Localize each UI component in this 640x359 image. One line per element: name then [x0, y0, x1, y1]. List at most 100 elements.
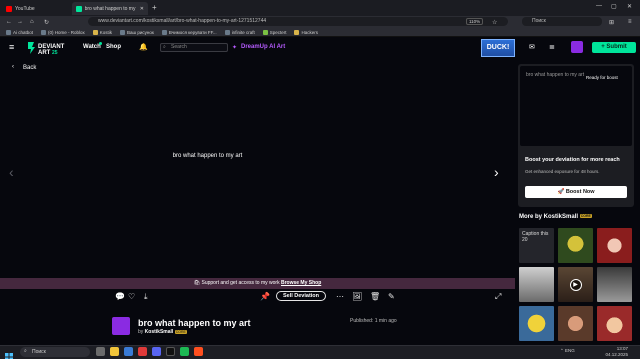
app-icon[interactable] [180, 347, 189, 356]
bookmark-item[interactable]: infinite craft [224, 29, 255, 35]
author-avatar[interactable] [112, 317, 130, 335]
thumbnail[interactable] [519, 306, 554, 341]
thumbnail[interactable] [519, 267, 554, 302]
browser-search-input[interactable]: Поиск [522, 17, 602, 26]
bookmark-item[interactable]: Kostik [92, 29, 112, 35]
file-explorer-icon[interactable] [110, 347, 119, 356]
task-view-icon[interactable] [96, 347, 105, 356]
boost-ready-label: Ready for boost [586, 75, 618, 80]
close-window-icon[interactable]: ✕ [627, 3, 632, 10]
bell-icon[interactable]: 🔔 [139, 43, 148, 51]
sell-deviation-button[interactable]: Sell Deviation [276, 291, 326, 301]
thumbnail[interactable] [597, 267, 632, 302]
more-by-heading: More by KostikSmall CORE [519, 214, 592, 220]
bookmark-item[interactable]: Hackers [294, 29, 318, 35]
ad-banner[interactable]: DUCK! [481, 39, 515, 57]
watch-link[interactable]: Watch [83, 44, 101, 50]
pin-icon[interactable]: 📌 [260, 292, 270, 301]
forward-nav-icon[interactable]: → [17, 19, 23, 25]
by-label: by [138, 329, 144, 335]
search-icon: ⌕ [24, 348, 27, 354]
back-nav-icon[interactable]: ← [6, 19, 12, 25]
play-icon: ▶ [569, 278, 582, 291]
tab-label: YouTube [15, 5, 35, 12]
close-icon[interactable]: ✕ [140, 6, 144, 12]
taskbar-search[interactable]: Поиск [20, 347, 90, 357]
zoom-indicator[interactable]: 110% [466, 18, 484, 25]
home-icon[interactable]: ⌂ [30, 19, 34, 25]
thumbnail[interactable]: ▶ [558, 267, 593, 302]
svg-text:25: 25 [52, 50, 58, 56]
thumbnail[interactable] [597, 228, 632, 263]
hamburger-menu-icon[interactable]: ≡ [9, 42, 14, 52]
tab-youtube[interactable]: YouTube [2, 2, 70, 15]
app-icon[interactable] [138, 347, 147, 356]
deviantart-favicon-icon [76, 5, 82, 12]
bookmark-item[interactable]: Ai chatbot [6, 29, 33, 35]
folder-icon [294, 29, 300, 35]
download-icon[interactable]: ⤓ [144, 292, 148, 302]
previous-arrow-icon[interactable]: ‹ [9, 164, 14, 180]
thumbnail[interactable] [558, 306, 593, 341]
edit-icon[interactable]: ✎ [388, 292, 395, 301]
comments-icon[interactable]: 💬 [115, 292, 125, 301]
bookmark-item[interactable]: Spectert [262, 29, 286, 35]
maximize-icon[interactable]: ▢ [611, 3, 617, 10]
svg-text:ART: ART [38, 50, 51, 56]
menu-icon[interactable]: ≡ [628, 19, 632, 25]
site-search-input[interactable]: Search [160, 43, 228, 52]
tab-label: bro what happen to my art by [84, 5, 137, 12]
tab-deviantart[interactable]: bro what happen to my art by ✕ [72, 2, 148, 15]
system-tray[interactable]: ⌃ ENG [560, 348, 575, 354]
next-arrow-icon[interactable]: › [494, 164, 499, 180]
thumbnail[interactable]: Caption this 20 [519, 228, 554, 263]
dreamup-link[interactable]: DreamUp AI Art [241, 44, 285, 50]
author-link[interactable]: KostikSmall [145, 329, 174, 335]
address-bar[interactable]: www.deviantart.com/kostiksmall/art/bro-w… [88, 17, 508, 26]
folder-icon [92, 29, 98, 35]
bookmark-icon [120, 29, 126, 35]
shop-promo-text: Support and get access to my work [201, 280, 280, 286]
minimize-icon[interactable]: — [596, 3, 602, 9]
browser-icon[interactable] [194, 347, 203, 356]
back-link[interactable]: Back [23, 65, 36, 71]
tiktok-icon[interactable] [166, 347, 175, 356]
user-avatar[interactable] [571, 41, 583, 53]
more-options-icon[interactable]: ⋯ [336, 292, 344, 301]
bookmark-item[interactable]: (0) Home - Roblox [41, 29, 85, 35]
boost-title: Boost your deviation for more reach [525, 157, 620, 163]
bookmark-icon [6, 29, 11, 35]
image-edit-icon[interactable]: 🖼 [352, 292, 362, 301]
language-indicator[interactable]: ENG [565, 348, 575, 353]
bookmark-item[interactable]: Ваш рисунок [120, 29, 154, 35]
browse-shop-link[interactable]: Browse My Shop [281, 280, 321, 286]
boost-subtitle: Get enhanced exposure for 48 hours. [525, 169, 600, 174]
thumbnail[interactable] [597, 306, 632, 341]
star-icon[interactable]: ☆ [492, 19, 497, 26]
discord-icon[interactable] [152, 347, 161, 356]
notes-icon[interactable]: ≣ [549, 43, 555, 51]
store-icon[interactable] [124, 347, 133, 356]
clock[interactable]: 13:07 04.12.2025 [600, 346, 628, 357]
delete-icon[interactable]: 🗑 [370, 292, 380, 301]
shop-promo-bar[interactable]: 🛍 Support and get access to my work Brow… [0, 278, 515, 289]
extensions-icon[interactable]: ⊞ [609, 19, 614, 26]
shop-link[interactable]: Shop [106, 44, 121, 50]
bookmark-icon [161, 29, 167, 35]
new-tab-icon[interactable]: + [152, 3, 157, 12]
reload-icon[interactable]: ↻ [44, 19, 49, 26]
bookmark-item[interactable]: Вчимося керувати FF... [161, 29, 217, 35]
chevron-up-icon[interactable]: ⌃ [560, 348, 564, 353]
boost-now-button[interactable]: 🚀 Boost Now [525, 186, 627, 198]
deviantart-logo[interactable]: DEVIANT ART 25 [26, 40, 70, 56]
deviation-title: bro what happen to my art [138, 318, 251, 328]
thumbnail[interactable] [558, 228, 593, 263]
art-stage [0, 59, 515, 259]
favourite-icon[interactable]: ♡ [128, 292, 135, 301]
windows-start-icon[interactable] [5, 348, 13, 359]
fullscreen-icon[interactable]: ⤢ [495, 292, 501, 302]
submit-button[interactable]: + Submit [592, 42, 636, 53]
bookmarks-bar: Ai chatbot (0) Home - Roblox Kostik Ваш … [0, 28, 640, 37]
bookmark-icon [262, 29, 268, 35]
messages-icon[interactable]: ✉ [529, 43, 535, 51]
